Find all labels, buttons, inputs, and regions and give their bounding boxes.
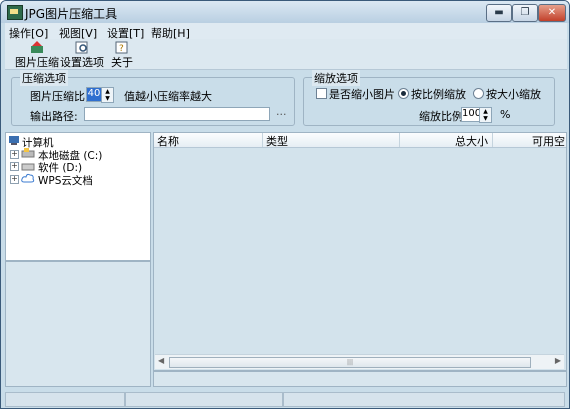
tree-item-wps[interactable]: WPS云文档 (38, 173, 93, 188)
title-bar[interactable]: JPG图片压缩工具 ▬ ❐ ✕ (1, 1, 569, 23)
compress-options-group: 压缩选项 图片压缩比 40 ▲ ▼ 值越小压缩率越大 输出路径: ... (11, 70, 295, 126)
scale-checkbox[interactable] (316, 88, 327, 99)
scale-options-legend: 缩放选项 (312, 70, 360, 86)
settings-label: 设置选项 (60, 56, 104, 69)
scale-ratio-label: 缩放比例 (419, 110, 463, 123)
compress-ratio-input[interactable]: 40 (86, 87, 102, 102)
percent-sign: % (500, 108, 511, 121)
scale-by-ratio-label: 按比例缩放 (411, 88, 466, 101)
computer-icon (9, 136, 19, 145)
menu-bar: 操作[O] 视图[V] 设置[T] 帮助[H] (5, 23, 567, 40)
info-bar (153, 371, 567, 387)
preview-panel (5, 261, 151, 387)
scale-by-size-label: 按大小缩放 (486, 88, 541, 101)
status-bar (5, 392, 567, 407)
compress-hint: 值越小压缩率越大 (124, 90, 212, 103)
settings-button[interactable]: 设置选项 (60, 41, 104, 70)
file-list-header: 名称 类型 总大小 可用空 (154, 133, 566, 148)
app-window: JPG图片压缩工具 ▬ ❐ ✕ 操作[O] 视图[V] 设置[T] 帮助[H] … (0, 0, 570, 409)
maximize-button[interactable]: ❐ (512, 4, 538, 22)
window-title: JPG图片压缩工具 (25, 7, 118, 21)
output-path-label: 输出路径: (30, 110, 78, 123)
column-type[interactable]: 类型 (263, 133, 400, 148)
file-list[interactable]: 名称 类型 总大小 可用空 ◀ ||| ▶ (153, 132, 567, 371)
scroll-left-icon[interactable]: ◀ (158, 356, 164, 365)
browse-button[interactable]: ... (276, 105, 287, 118)
scroll-right-icon[interactable]: ▶ (555, 356, 561, 365)
column-total-size[interactable]: 总大小 (400, 133, 493, 148)
expand-wps-button[interactable]: + (10, 175, 19, 184)
expand-d-button[interactable]: + (10, 162, 19, 171)
column-name[interactable]: 名称 (154, 133, 263, 148)
compress-ratio-label: 图片压缩比 (30, 90, 85, 103)
compress-options-legend: 压缩选项 (20, 70, 68, 86)
compress-button[interactable]: 图片压缩 (15, 41, 59, 70)
scale-by-size-radio[interactable] (473, 88, 484, 99)
close-button[interactable]: ✕ (538, 4, 566, 22)
svg-text:?: ? (119, 44, 124, 54)
scale-options-group: 缩放选项 是否缩小图片 按比例缩放 按大小缩放 缩放比例 100 ▲ ▼ % (303, 70, 555, 126)
scale-ratio-spinner[interactable]: ▲ ▼ (479, 107, 492, 123)
scale-checkbox-label: 是否缩小图片 (329, 88, 395, 101)
expand-c-button[interactable]: + (10, 150, 19, 159)
app-icon (7, 5, 23, 20)
about-button[interactable]: ? 关于 (111, 41, 133, 70)
scale-by-ratio-radio[interactable] (398, 88, 409, 99)
status-cell-1 (5, 392, 125, 407)
toolbar: 图片压缩 设置选项 ? 关于 (5, 39, 567, 70)
settings-icon (75, 41, 88, 54)
about-icon: ? (115, 41, 128, 54)
minimize-button[interactable]: ▬ (486, 4, 512, 22)
compress-ratio-spinner[interactable]: ▲ ▼ (101, 87, 114, 103)
compress-icon (31, 41, 43, 53)
status-cell-2 (125, 392, 283, 407)
scroll-thumb[interactable]: ||| (169, 357, 531, 368)
status-cell-3 (283, 392, 565, 407)
compress-label: 图片压缩 (15, 56, 59, 69)
disk-icon (21, 163, 35, 171)
horizontal-scrollbar[interactable]: ◀ ||| ▶ (155, 354, 564, 369)
about-label: 关于 (111, 56, 133, 69)
cloud-icon (21, 173, 35, 183)
column-free-space[interactable]: 可用空 (492, 133, 565, 148)
local-disk-icon (21, 148, 35, 158)
output-path-input[interactable] (84, 107, 270, 121)
scale-ratio-input[interactable]: 100 (461, 107, 481, 122)
folder-tree[interactable]: 计算机 + 本地磁盘 (C:) + 软件 (D:) + WPS云文档 (5, 132, 151, 261)
